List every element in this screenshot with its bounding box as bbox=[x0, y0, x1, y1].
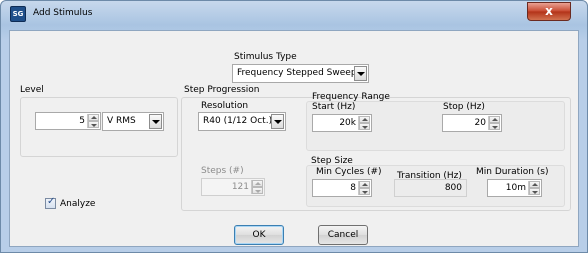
app-icon: SG bbox=[10, 6, 26, 22]
spin-down-icon[interactable] bbox=[489, 123, 500, 130]
level-value: 5 bbox=[79, 116, 85, 126]
window-title: Add Stimulus bbox=[33, 8, 93, 18]
level-unit-value: V RMS bbox=[107, 116, 136, 126]
spin-up-icon[interactable] bbox=[489, 116, 500, 123]
steps-stepper[interactable]: 121 bbox=[201, 178, 265, 196]
chevron-down-icon[interactable] bbox=[149, 114, 162, 129]
min-duration-value: 10m bbox=[505, 183, 526, 193]
chevron-down-icon[interactable] bbox=[354, 66, 367, 81]
spin-up-icon[interactable] bbox=[359, 116, 370, 123]
min-duration-stepper[interactable]: 10m bbox=[487, 179, 542, 197]
start-hz-spin-arrows[interactable] bbox=[358, 116, 370, 130]
start-hz-label: Start (Hz) bbox=[312, 102, 356, 112]
spin-down-icon[interactable] bbox=[359, 188, 370, 195]
cancel-button[interactable]: Cancel bbox=[318, 225, 368, 245]
analyze-checkbox[interactable] bbox=[45, 196, 56, 209]
resolution-dropdown[interactable]: R40 (1/12 Oct.) bbox=[198, 112, 286, 131]
close-button[interactable]: x bbox=[527, 2, 571, 21]
spin-up-icon[interactable] bbox=[252, 180, 263, 187]
transition-readout: 800 bbox=[394, 179, 467, 197]
dialog-window: SG Add Stimulus x Stimulus Type Frequenc… bbox=[0, 0, 588, 253]
title-bar[interactable]: SG Add Stimulus x bbox=[1, 1, 587, 27]
spin-up-icon[interactable] bbox=[359, 181, 370, 188]
stop-hz-value: 20 bbox=[474, 118, 486, 128]
step-progression-label: Step Progression bbox=[184, 85, 260, 95]
stop-hz-spin-arrows[interactable] bbox=[488, 116, 500, 130]
steps-spin-arrows[interactable] bbox=[251, 180, 263, 194]
start-hz-stepper[interactable]: 20k bbox=[312, 114, 372, 132]
stimulus-type-label: Stimulus Type bbox=[234, 52, 297, 62]
stimulus-type-value: Frequency Stepped Sweep bbox=[237, 68, 357, 78]
min-duration-spin-arrows[interactable] bbox=[528, 181, 540, 195]
spin-down-icon[interactable] bbox=[252, 187, 263, 194]
steps-value: 121 bbox=[231, 182, 249, 192]
spin-down-icon[interactable] bbox=[88, 121, 99, 128]
level-spin-arrows[interactable] bbox=[87, 114, 99, 128]
level-value-stepper[interactable]: 5 bbox=[35, 112, 101, 130]
ok-button[interactable]: OK bbox=[234, 225, 284, 245]
resolution-label: Resolution bbox=[201, 101, 249, 111]
steps-label: Steps (#) bbox=[201, 166, 244, 176]
resolution-value: R40 (1/12 Oct.) bbox=[203, 116, 273, 126]
min-cycles-value: 8 bbox=[350, 183, 356, 193]
min-duration-label: Min Duration (s) bbox=[476, 167, 549, 177]
min-cycles-stepper[interactable]: 8 bbox=[312, 179, 372, 197]
analyze-label[interactable]: Analyze bbox=[60, 199, 95, 209]
chevron-down-icon[interactable] bbox=[271, 114, 284, 129]
level-unit-dropdown[interactable]: V RMS bbox=[102, 112, 164, 131]
spin-down-icon[interactable] bbox=[529, 188, 540, 195]
spin-up-icon[interactable] bbox=[529, 181, 540, 188]
level-group-label: Level bbox=[20, 85, 44, 95]
min-cycles-spin-arrows[interactable] bbox=[358, 181, 370, 195]
start-hz-value: 20k bbox=[339, 118, 356, 128]
spin-down-icon[interactable] bbox=[359, 123, 370, 130]
stop-hz-stepper[interactable]: 20 bbox=[442, 114, 502, 132]
stimulus-type-dropdown[interactable]: Frequency Stepped Sweep bbox=[232, 64, 369, 83]
spin-up-icon[interactable] bbox=[88, 114, 99, 121]
dialog-body: Stimulus Type Frequency Stepped Sweep Le… bbox=[9, 30, 579, 247]
stop-hz-label: Stop (Hz) bbox=[443, 102, 485, 112]
transition-value: 800 bbox=[444, 183, 462, 193]
min-cycles-label: Min Cycles (#) bbox=[316, 167, 382, 177]
